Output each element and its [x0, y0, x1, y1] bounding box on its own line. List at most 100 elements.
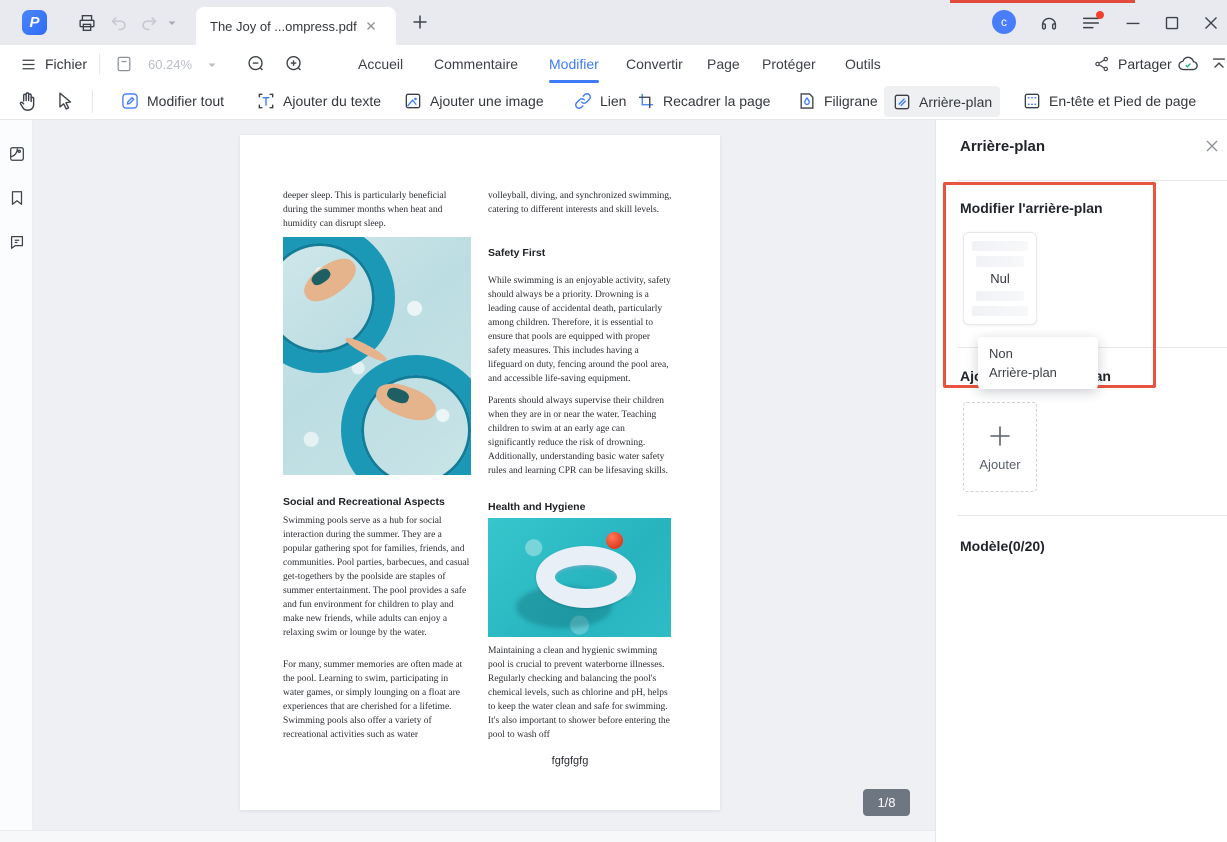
cloud-sync-icon[interactable]: [1176, 53, 1200, 75]
edit-all-icon: [120, 91, 140, 111]
modifier-tout-button[interactable]: Modifier tout: [112, 83, 232, 119]
collapse-toolbar-icon[interactable]: [1210, 55, 1227, 73]
edit-toolbar: Modifier tout Ajouter du texte Ajouter u…: [0, 83, 1227, 120]
edit-background-heading: Modifier l'arrière-plan: [960, 200, 1103, 216]
lien-button[interactable]: Lien: [565, 83, 634, 119]
link-icon: [573, 91, 593, 111]
entete-pied-button[interactable]: En-tête et Pied de page: [1014, 83, 1204, 119]
redo-icon[interactable]: [138, 12, 160, 34]
zoom-in-icon[interactable]: [283, 53, 305, 75]
null-background-option[interactable]: Nul: [963, 232, 1037, 325]
placeholder-line: [972, 241, 1028, 251]
tab-convertir[interactable]: Convertir: [626, 45, 683, 83]
bookmarks-icon[interactable]: [8, 189, 26, 207]
tab-proteger[interactable]: Protéger: [762, 45, 816, 83]
placeholder-line: [976, 256, 1024, 266]
menu-bar: Fichier 60.24% Accueil Commentaire Modif…: [0, 45, 1227, 83]
print-icon[interactable]: [76, 12, 98, 34]
page-indicator[interactable]: 1/8: [863, 789, 910, 816]
placeholder-line: [976, 291, 1024, 301]
recadrer-button[interactable]: Recadrer la page: [628, 83, 778, 119]
null-option-label: Nul: [990, 272, 1010, 286]
account-avatar[interactable]: c: [992, 10, 1016, 34]
entete-pied-label: En-tête et Pied de page: [1049, 93, 1196, 109]
horizontal-scrollbar[interactable]: [0, 830, 935, 842]
section-heading: Social and Recreational Aspects: [283, 496, 445, 508]
tab-close-icon[interactable]: [365, 20, 377, 32]
filigrane-button[interactable]: Filigrane: [789, 83, 886, 119]
paragraph: While swimming is an enjoyable activity,…: [488, 275, 673, 387]
watermark-icon: [797, 91, 817, 111]
paragraph: Maintaining a clean and hygienic swimmin…: [488, 645, 673, 743]
support-headset-icon[interactable]: [1038, 12, 1060, 34]
zoom-dropdown-icon[interactable]: [206, 59, 218, 71]
lien-label: Lien: [600, 93, 626, 109]
undo-icon[interactable]: [108, 12, 130, 34]
title-bar: P The Joy of ...ompress.pdf: [0, 0, 1227, 45]
section-heading: Health and Hygiene: [488, 501, 585, 513]
share-button[interactable]: Partager: [1093, 45, 1172, 83]
filigrane-label: Filigrane: [824, 93, 878, 109]
panel-close-icon[interactable]: [1204, 138, 1220, 154]
document-tab-title: The Joy of ...ompress.pdf: [210, 19, 357, 34]
tab-page[interactable]: Page: [707, 45, 740, 83]
ajouter-texte-label: Ajouter du texte: [283, 93, 381, 109]
ajouter-image-button[interactable]: Ajouter une image: [395, 83, 552, 119]
page-fit-icon[interactable]: [114, 54, 134, 74]
background-panel: Arrière-plan Modifier l'arrière-plan Nul…: [935, 120, 1227, 842]
history-dropdown-icon[interactable]: [166, 17, 188, 39]
document-tab[interactable]: The Joy of ...ompress.pdf: [196, 7, 396, 45]
minimize-icon[interactable]: [1122, 12, 1144, 34]
pdfelement-window: P The Joy of ...ompress.pdf: [0, 0, 1227, 842]
null-option-tooltip: Non Arrière-plan: [978, 337, 1098, 389]
arriere-plan-button[interactable]: Arrière-plan: [884, 86, 1000, 117]
maximize-icon[interactable]: [1161, 12, 1183, 34]
navigation-sidebar: [0, 120, 33, 830]
app-logo-icon[interactable]: P: [22, 10, 47, 35]
paragraph: Swimming pools serve as a hub for social…: [283, 515, 471, 641]
placeholder-line: [972, 306, 1028, 316]
file-menu-icon: [20, 56, 37, 73]
arriere-plan-label: Arrière-plan: [919, 94, 992, 110]
divider: [957, 180, 1227, 181]
recadrer-label: Recadrer la page: [663, 93, 770, 109]
paragraph: For many, summer memories are often made…: [283, 659, 471, 743]
tooltip-line2: Arrière-plan: [989, 363, 1087, 382]
pool-tubes-photo: [283, 237, 471, 475]
zoom-level-value[interactable]: 60.24%: [148, 45, 192, 83]
tab-commentaire[interactable]: Commentaire: [434, 45, 518, 83]
add-image-icon: [403, 91, 423, 111]
template-heading: Modèle(0/20): [960, 538, 1045, 554]
ajouter-texte-button[interactable]: Ajouter du texte: [248, 83, 389, 119]
pool-ring: [536, 546, 636, 608]
paragraph: volleyball, diving, and synchronized swi…: [488, 190, 673, 218]
document-viewport[interactable]: deeper sleep. This is particularly benef…: [33, 120, 935, 830]
tab-modifier[interactable]: Modifier: [549, 45, 599, 83]
add-background-button[interactable]: Ajouter: [963, 402, 1037, 492]
share-icon: [1093, 55, 1111, 73]
file-menu[interactable]: Fichier: [20, 45, 87, 83]
comments-icon[interactable]: [8, 233, 26, 251]
add-button-label: Ajouter: [979, 457, 1020, 472]
divider: [92, 90, 93, 113]
background-icon: [892, 92, 912, 112]
pdf-page[interactable]: deeper sleep. This is particularly benef…: [240, 135, 720, 810]
red-ball: [606, 532, 623, 549]
paragraph: Parents should always supervise their ch…: [488, 395, 673, 479]
menu-notification-dot: [1096, 11, 1104, 19]
ajouter-image-label: Ajouter une image: [430, 93, 544, 109]
modifier-tout-label: Modifier tout: [147, 93, 224, 109]
close-window-icon[interactable]: [1200, 12, 1222, 34]
zoom-out-icon[interactable]: [245, 53, 267, 75]
plus-icon: [987, 423, 1013, 449]
select-tool-icon[interactable]: [54, 90, 76, 112]
tab-accueil[interactable]: Accueil: [358, 45, 403, 83]
share-label: Partager: [1118, 56, 1172, 72]
crop-icon: [636, 91, 656, 111]
page-thumbnails-icon[interactable]: [8, 145, 26, 163]
new-tab-icon[interactable]: [410, 12, 430, 32]
section-heading: Safety First: [488, 247, 545, 259]
add-text-icon: [256, 91, 276, 111]
tab-outils[interactable]: Outils: [845, 45, 881, 83]
hand-tool-icon[interactable]: [16, 90, 39, 113]
